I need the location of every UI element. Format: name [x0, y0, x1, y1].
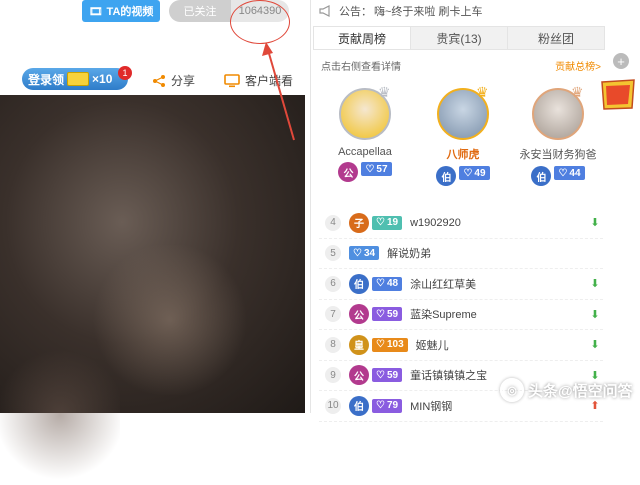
ranking-row[interactable]: 5 ♡ 34 解说奶弟 — [319, 239, 603, 269]
noble-badge: 子 — [349, 212, 369, 233]
user-name: 涂山红红草美 — [410, 278, 477, 291]
user-badges: ♡ 34 — [349, 246, 380, 261]
tab-0[interactable]: 贡献周榜 — [314, 27, 411, 49]
heart-icon: ♡ — [558, 167, 568, 179]
trend-down-icon: ⬇ — [590, 339, 600, 352]
total-ranking-link[interactable]: 贡献总榜> — [555, 58, 601, 73]
event-logo[interactable] — [598, 76, 638, 112]
rank-number: 8 — [325, 336, 341, 353]
video-stream[interactable] — [0, 95, 305, 485]
heart-icon: ♡ — [353, 247, 362, 259]
podium-user-2[interactable]: ♛ 八师虎伯 ♡ 49 — [418, 84, 508, 186]
crown-icon: ♛ — [571, 84, 584, 100]
tab-2[interactable]: 粉丝团 — [508, 27, 604, 49]
heart-icon: ♡ — [376, 308, 385, 320]
podium-user-1[interactable]: ♛ Accapellaa 公 ♡ 57 — [320, 84, 410, 182]
heart-icon: ♡ — [463, 167, 473, 179]
user-name: w1902920 — [410, 216, 461, 229]
level-badge: ♡ 79 — [372, 398, 403, 413]
trend-down-icon: ⬇ — [590, 278, 600, 291]
user-badges: 公 ♡ 59 — [349, 304, 403, 325]
heart-icon: ♡ — [376, 339, 385, 351]
ranking-tabs: 贡献周榜 贵宾(13) 粉丝团 — [313, 26, 605, 50]
user-name: 解说奶弟 — [387, 248, 432, 261]
monitor-icon — [224, 73, 240, 87]
level-badge: ♡ 19 — [372, 215, 403, 230]
tip-row: 点击右侧查看详情 贡献总榜> — [321, 58, 601, 73]
tip-text: 点击右侧查看详情 — [321, 62, 401, 73]
noble-badge: 公 — [349, 304, 369, 325]
level-badge: ♡ 57 — [361, 162, 392, 176]
share-button[interactable]: 分享 — [152, 72, 195, 89]
heart-icon: ♡ — [365, 163, 375, 175]
trend-down-icon: ⬇ — [590, 308, 600, 321]
level-badge: ♡ 103 — [372, 337, 408, 352]
noble-badge: 公 — [338, 162, 359, 182]
watermark: ◎ 头条@悟空问答 — [500, 378, 633, 402]
noble-badge: 皇 — [349, 334, 369, 355]
level-badge: ♡ 44 — [554, 166, 585, 180]
user-badges: 皇 ♡ 103 — [349, 334, 408, 355]
megaphone-icon — [319, 5, 330, 17]
noble-badge: 伯 — [531, 166, 552, 186]
tab-1[interactable]: 贵宾(13) — [411, 27, 508, 49]
noble-badge: 公 — [349, 365, 369, 386]
rank-number: 4 — [325, 214, 341, 231]
wukong-logo-icon: ◎ — [500, 378, 524, 402]
expand-plus-button[interactable]: + — [613, 53, 629, 69]
ranking-row[interactable]: 4 子 ♡ 19 w1902920 ⬇ — [319, 208, 603, 239]
user-badges: 伯 ♡ 44 — [513, 166, 603, 186]
ranking-row[interactable]: 7 公 ♡ 59 蓝染Supreme ⬇ — [319, 300, 603, 330]
user-badges: 公 ♡ 59 — [349, 365, 403, 386]
noble-badge: 伯 — [349, 273, 369, 294]
user-name: 姬魅儿 — [415, 339, 449, 352]
ranking-row[interactable]: 6 伯 ♡ 48 涂山红红草美 ⬇ — [319, 269, 603, 300]
login-reward-button[interactable]: 登录领 ×10 — [22, 68, 128, 90]
rank-number: 9 — [325, 367, 341, 384]
podium-name: 八师虎 — [446, 149, 480, 161]
rank-number: 10 — [325, 397, 341, 414]
user-badges: 子 ♡ 19 — [349, 212, 403, 233]
ranking-panel: 公告： 嗨~终于来啦 刷卡上车 贡献周榜 贵宾(13) 粉丝团 点击右侧查看详情 贡献… — [310, 0, 607, 422]
player-header: 🎞 TA的视频 已关注 1064390 登录领 ×10 1 分享 客户端看 — [0, 0, 305, 95]
client-watch-button[interactable]: 客户端看 — [224, 72, 293, 89]
heart-icon: ♡ — [376, 400, 385, 412]
heart-icon: ♡ — [376, 278, 385, 290]
user-badges: 伯 ♡ 48 — [349, 273, 403, 294]
level-badge: ♡ 59 — [372, 307, 403, 322]
level-badge: ♡ 34 — [349, 246, 380, 261]
player-area: 🎞 TA的视频 已关注 1064390 登录领 ×10 1 分享 客户端看 — [0, 0, 305, 485]
podium-name: 永安当财务狗爸 — [519, 149, 597, 161]
top3-podium: ♛ Accapellaa 公 ♡ 57 ♛ 八师虎伯 ♡ 49 ♛ 永安当财务狗爸伯 ♡ 44 — [311, 84, 607, 198]
podium-user-3[interactable]: ♛ 永安当财务狗爸伯 ♡ 44 — [513, 84, 603, 186]
user-badges: 伯 ♡ 49 — [418, 166, 508, 186]
trend-down-icon: ⬇ — [590, 217, 600, 230]
follow-button[interactable]: 已关注 — [169, 0, 231, 22]
annotation-circle — [230, 0, 290, 44]
announcement: 公告： 嗨~终于来啦 刷卡上车 — [319, 0, 482, 22]
crown-icon: ♛ — [378, 84, 391, 100]
ta-video-button[interactable]: 🎞 TA的视频 — [82, 0, 160, 22]
notification-badge: 1 — [118, 66, 132, 80]
rank-number: 6 — [325, 275, 341, 292]
noble-badge: 伯 — [436, 166, 457, 186]
level-badge: ♡ 49 — [459, 166, 490, 180]
crown-icon: ♛ — [476, 84, 489, 100]
ranking-row[interactable]: 8 皇 ♡ 103 姬魅儿 ⬇ — [319, 330, 603, 361]
level-badge: ♡ 48 — [372, 276, 403, 291]
film-icon: 🎞 — [88, 5, 103, 18]
heart-icon: ♡ — [376, 369, 385, 381]
share-icon — [153, 74, 165, 87]
rank-number: 5 — [325, 245, 341, 262]
event-logo-icon — [601, 79, 635, 110]
gift-icon — [67, 72, 90, 86]
heart-icon: ♡ — [376, 217, 385, 229]
user-name: 蓝染Supreme — [410, 309, 477, 322]
user-badges: 公 ♡ 57 — [320, 162, 410, 182]
podium-name: Accapellaa — [338, 146, 392, 158]
rank-number: 7 — [325, 306, 341, 323]
level-badge: ♡ 59 — [372, 368, 403, 383]
